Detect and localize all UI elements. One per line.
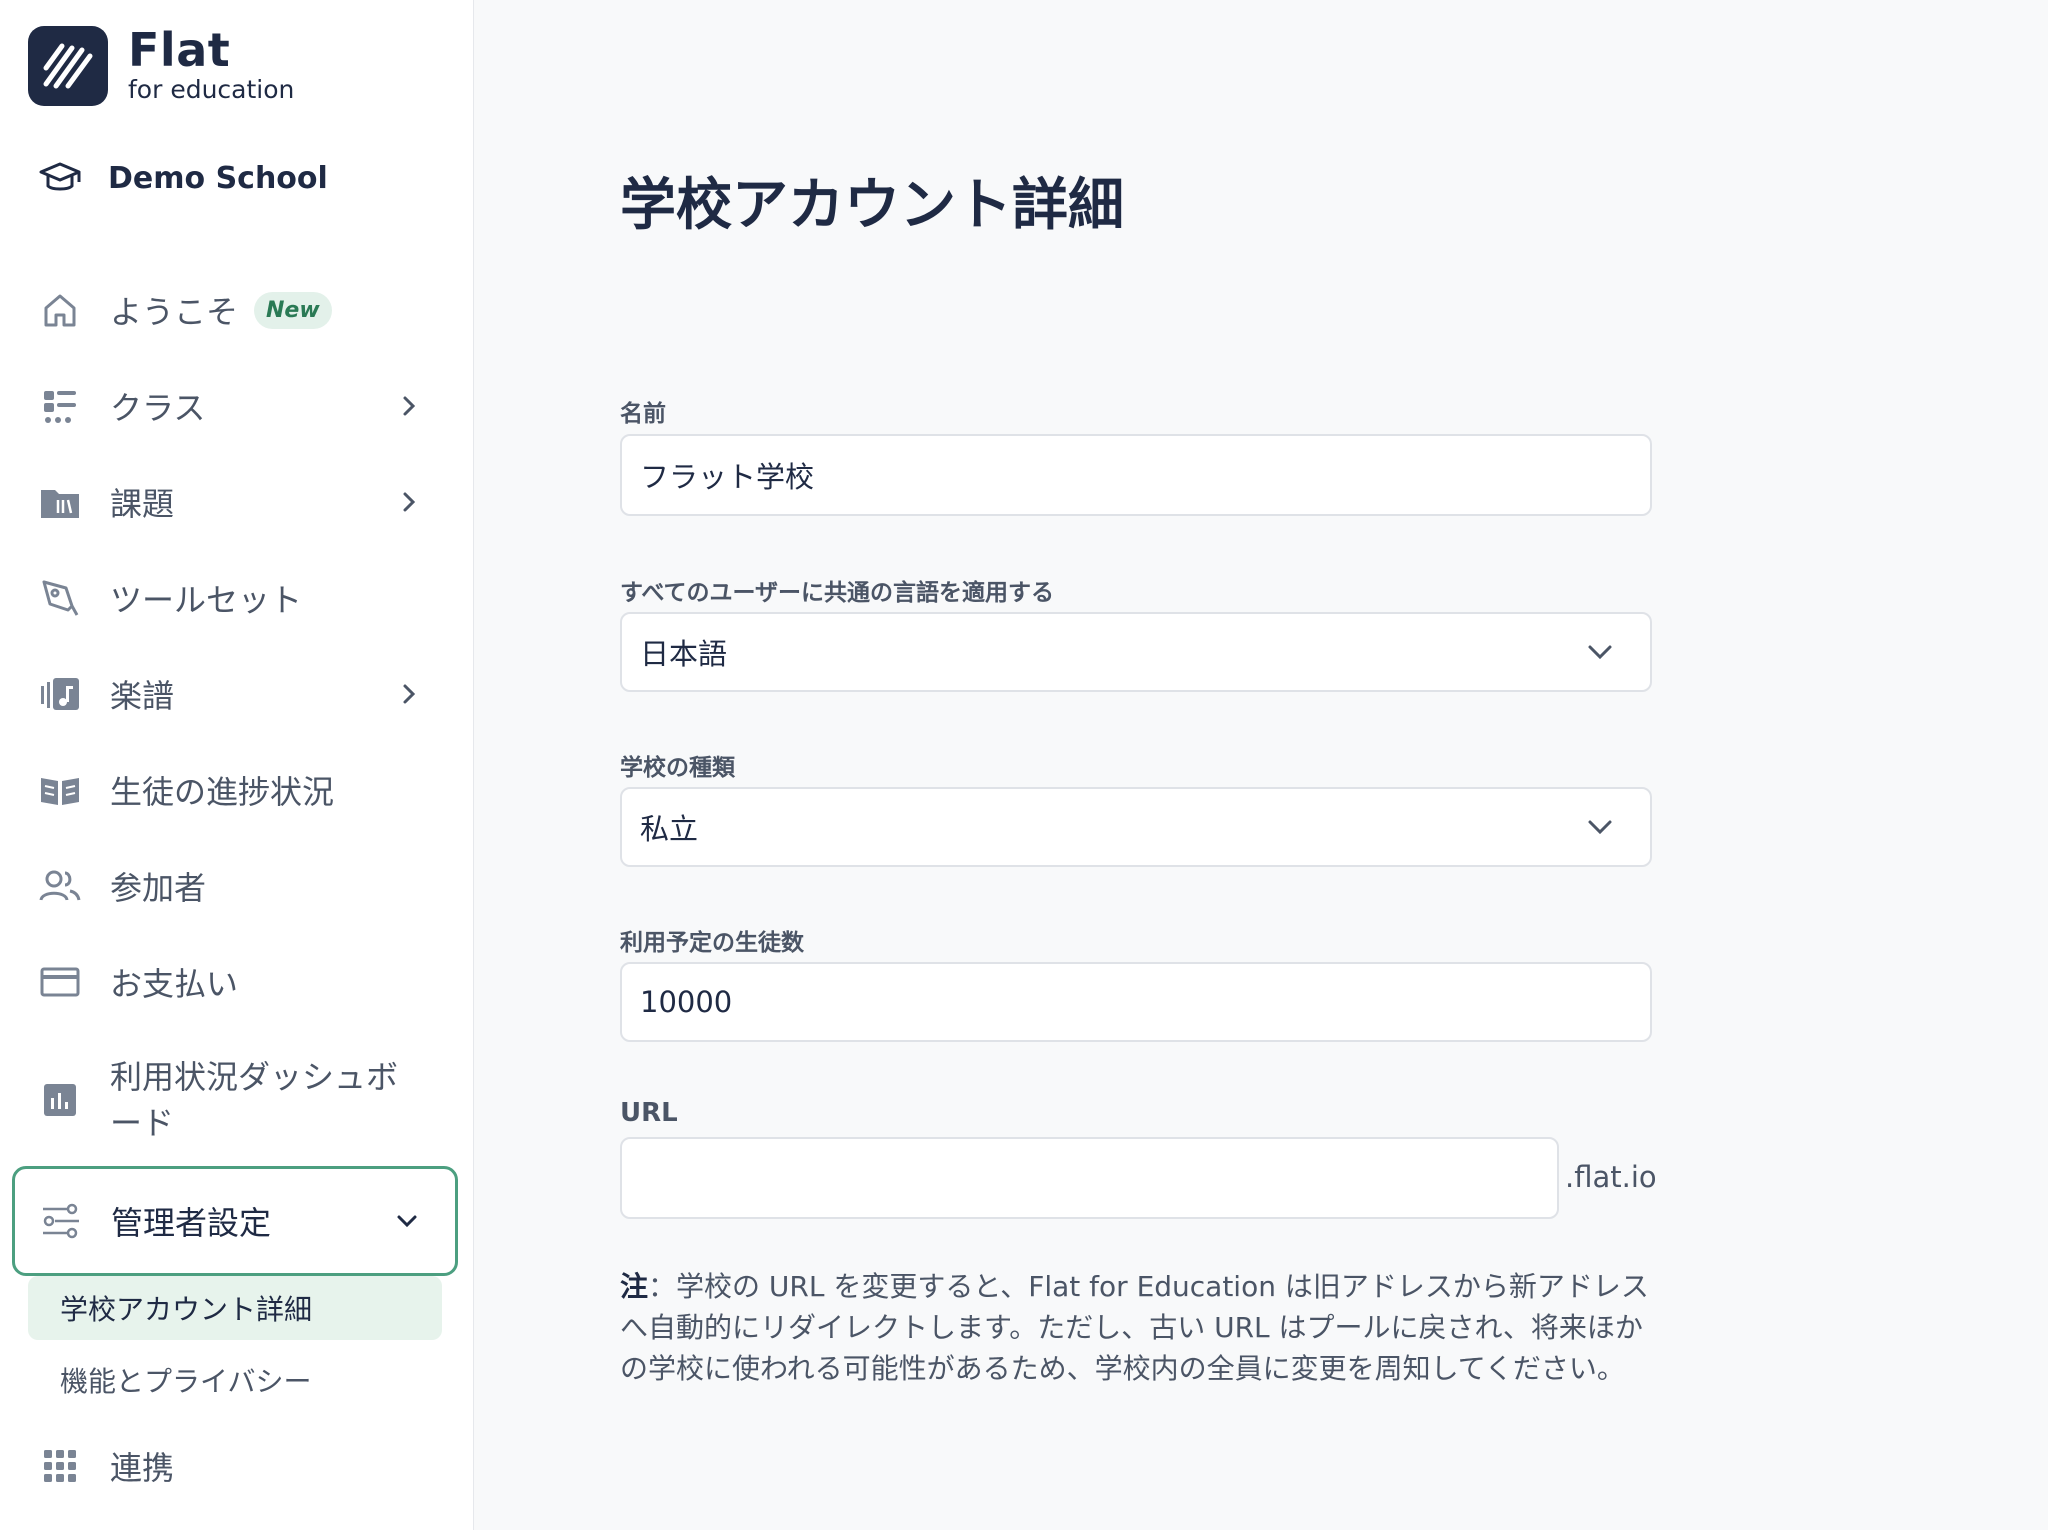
chevron-right-icon (403, 396, 416, 416)
school-type-select[interactable]: 私立 (620, 787, 1652, 867)
note-text: ：学校の URL を変更すると、Flat for Education は旧アドレ… (620, 1270, 1649, 1385)
url-change-note: 注：学校の URL を変更すると、Flat for Education は旧アド… (620, 1266, 1660, 1389)
sidebar-item-student-progress[interactable]: 生徒の進捗状況 (14, 750, 457, 830)
sidebar-item-integrations[interactable]: 連携 (14, 1426, 457, 1506)
school-type-label: 学校の種類 (620, 755, 735, 781)
folder-icon (38, 480, 82, 524)
sidebar-item-label: 課題 (110, 485, 175, 523)
note-prefix: 注 (620, 1270, 649, 1303)
credit-card-icon (38, 960, 82, 1004)
chevron-down-icon (1588, 820, 1612, 835)
sidebar-item-label: 生徒の進捗状況 (110, 773, 335, 811)
music-score-icon (38, 672, 82, 716)
home-icon (38, 288, 82, 332)
url-label: URL (620, 1098, 678, 1128)
bar-chart-icon (38, 1078, 82, 1122)
sidebar-item-label: 連携 (110, 1449, 175, 1487)
chevron-down-icon (397, 1215, 417, 1228)
sidebar-item-toolset[interactable]: ツールセット (14, 558, 457, 638)
sidebar: Flat for education Demo School ようこそ New … (0, 0, 474, 1530)
sidebar-item-assignments[interactable]: 課題 (14, 462, 457, 542)
main-content: 学校アカウント詳細 名前 フラット学校 すべてのユーザーに共通の言語を適用する … (475, 0, 2048, 1530)
chevron-right-icon (403, 684, 416, 704)
sidebar-item-label: 楽譜 (110, 677, 175, 715)
sidebar-item-label: ツールセット (110, 581, 303, 619)
sidebar-item-participants[interactable]: 参加者 (14, 846, 457, 926)
url-suffix: .flat.io (1565, 1160, 1657, 1194)
classes-icon (38, 384, 82, 428)
sidebar-item-label: 管理者設定 (111, 1204, 272, 1242)
sidebar-item-label: ようこそ (110, 293, 239, 331)
chevron-down-icon (1588, 645, 1612, 660)
language-select[interactable]: 日本語 (620, 612, 1652, 692)
chevron-right-icon (403, 492, 416, 512)
language-selected-value: 日本語 (640, 637, 728, 671)
sidebar-item-label: 参加者 (110, 869, 207, 907)
sidebar-item-label: クラス (110, 389, 206, 427)
sidebar-item-label: お支払い (110, 965, 239, 1003)
sidebar-item-admin-settings[interactable]: 管理者設定 (12, 1166, 458, 1276)
sidebar-item-welcome[interactable]: ようこそ New (14, 270, 457, 350)
language-label: すべてのユーザーに共通の言語を適用する (620, 580, 1055, 606)
sidebar-subitem-school-account-details[interactable]: 学校アカウント詳細 (28, 1276, 442, 1340)
url-input[interactable] (620, 1137, 1559, 1219)
school-name-input[interactable]: フラット学校 (620, 434, 1652, 516)
sidebar-item-label: 利用状況ダッシュボード (110, 1058, 399, 1142)
sliders-icon (39, 1199, 83, 1243)
brand-tagline: for education (128, 75, 295, 104)
page-title: 学校アカウント詳細 (620, 173, 1124, 238)
sidebar-item-scores[interactable]: 楽譜 (14, 654, 457, 734)
pen-tool-icon (38, 576, 82, 620)
school-name: Demo School (108, 160, 328, 196)
sidebar-subitem-features-privacy[interactable]: 機能とプライバシー (28, 1348, 442, 1412)
new-badge: New (254, 291, 332, 329)
graduation-cap-icon (39, 162, 81, 191)
sidebar-item-classes[interactable]: クラス (14, 366, 457, 446)
brand-logo-link[interactable]: Flat for education (28, 26, 294, 106)
school-type-selected-value: 私立 (640, 812, 699, 846)
flat-logo-icon (28, 26, 108, 106)
users-icon (38, 864, 82, 908)
school-selector[interactable]: Demo School (38, 156, 328, 200)
name-label: 名前 (620, 401, 666, 427)
sidebar-item-billing[interactable]: お支払い (14, 942, 457, 1022)
sidebar-item-usage-dashboard[interactable]: 利用状況ダッシュボード (14, 1052, 457, 1148)
student-count-input[interactable]: 10000 (620, 962, 1652, 1042)
grid-icon (38, 1444, 82, 1488)
open-book-icon (38, 768, 82, 812)
brand-name: Flat (128, 23, 231, 77)
students-label: 利用予定の生徒数 (620, 930, 804, 956)
